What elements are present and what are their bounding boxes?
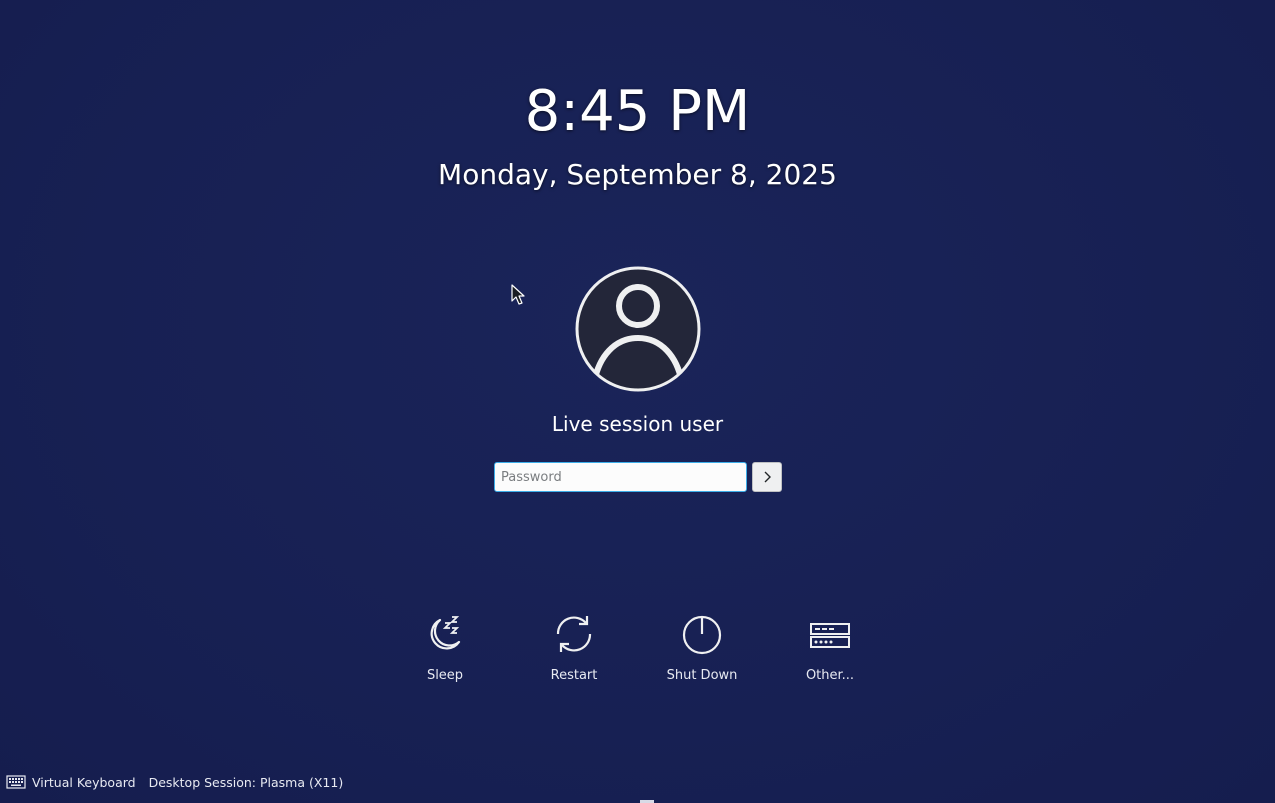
desktop-session-label: Desktop Session: Plasma (X11)	[148, 774, 344, 790]
sleep-label: Sleep	[426, 668, 464, 683]
clock-date: Monday, September 8, 2025	[438, 158, 837, 191]
power-icon	[682, 615, 722, 655]
restart-icon	[556, 616, 592, 652]
desktop-session-selector[interactable]: Desktop Session: Plasma (X11)	[149, 775, 344, 790]
keyboard-icon	[6, 775, 26, 789]
shutdown-label: Shut Down	[666, 668, 738, 683]
login-screen: 8:45 PM Monday, September 8, 2025 Live s…	[0, 0, 1275, 803]
user-icon[interactable]	[575, 266, 701, 392]
restart-button[interactable]: Restart	[524, 612, 624, 683]
virtual-keyboard-label: Virtual Keyboard	[32, 774, 136, 790]
other-button[interactable]: Other...	[780, 612, 880, 683]
virtual-keyboard-button[interactable]: Virtual Keyboard	[6, 775, 136, 790]
other-label: Other...	[805, 668, 855, 683]
sleep-button[interactable]: Sleep	[395, 612, 495, 683]
other-sessions-icon	[810, 623, 850, 648]
power-actions: Sleep Restart Shut Down Other...	[0, 612, 1275, 692]
restart-label: Restart	[550, 668, 598, 683]
login-button[interactable]	[752, 462, 782, 492]
mouse-cursor-icon	[511, 284, 525, 305]
bottom-bar: Virtual Keyboard Desktop Session: Plasma…	[6, 772, 356, 792]
sleep-icon	[430, 616, 461, 650]
password-input[interactable]	[494, 462, 747, 492]
chevron-right-icon	[764, 471, 771, 483]
clock-time: 8:45 PM	[524, 79, 751, 144]
username-label: Live session user	[551, 412, 724, 436]
shutdown-button[interactable]: Shut Down	[652, 612, 752, 683]
